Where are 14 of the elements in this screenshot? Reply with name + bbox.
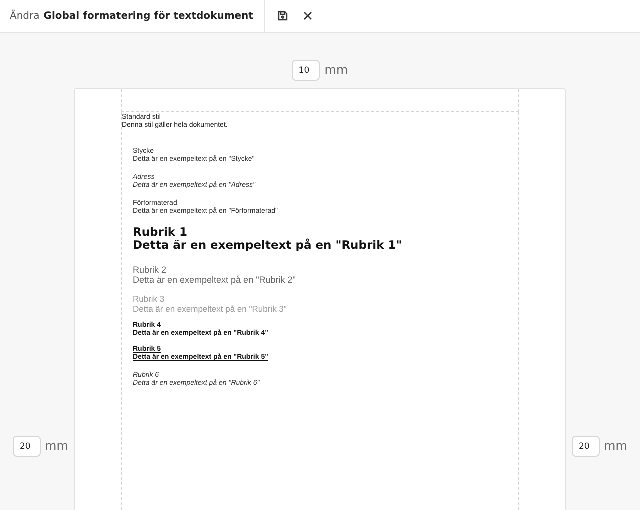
sample-text: Detta är en exempeltext på en "Rubrik 2" [133,275,297,285]
right-margin-field[interactable]: 20 [572,436,600,457]
unit-label: mm [45,438,68,455]
style-name: Rubrik 1 [133,226,189,239]
top-margin-field[interactable]: 10 [292,60,320,81]
unit-label: mm [604,438,628,455]
unit-label: mm [324,62,348,79]
style-name: Rubrik 2 [133,265,168,275]
save-icon[interactable] [276,9,290,23]
style-name: Rubrik 3 [133,294,166,304]
left-margin-field[interactable]: 20 [13,436,41,457]
sample-text: Detta är en exempeltext på en "Rubrik 1" [133,239,404,252]
dialog-title: Ändra Global formatering för textdokument [0,0,266,32]
sample-text: Detta är en exempeltext på en "Rubrik 3" [133,304,288,314]
